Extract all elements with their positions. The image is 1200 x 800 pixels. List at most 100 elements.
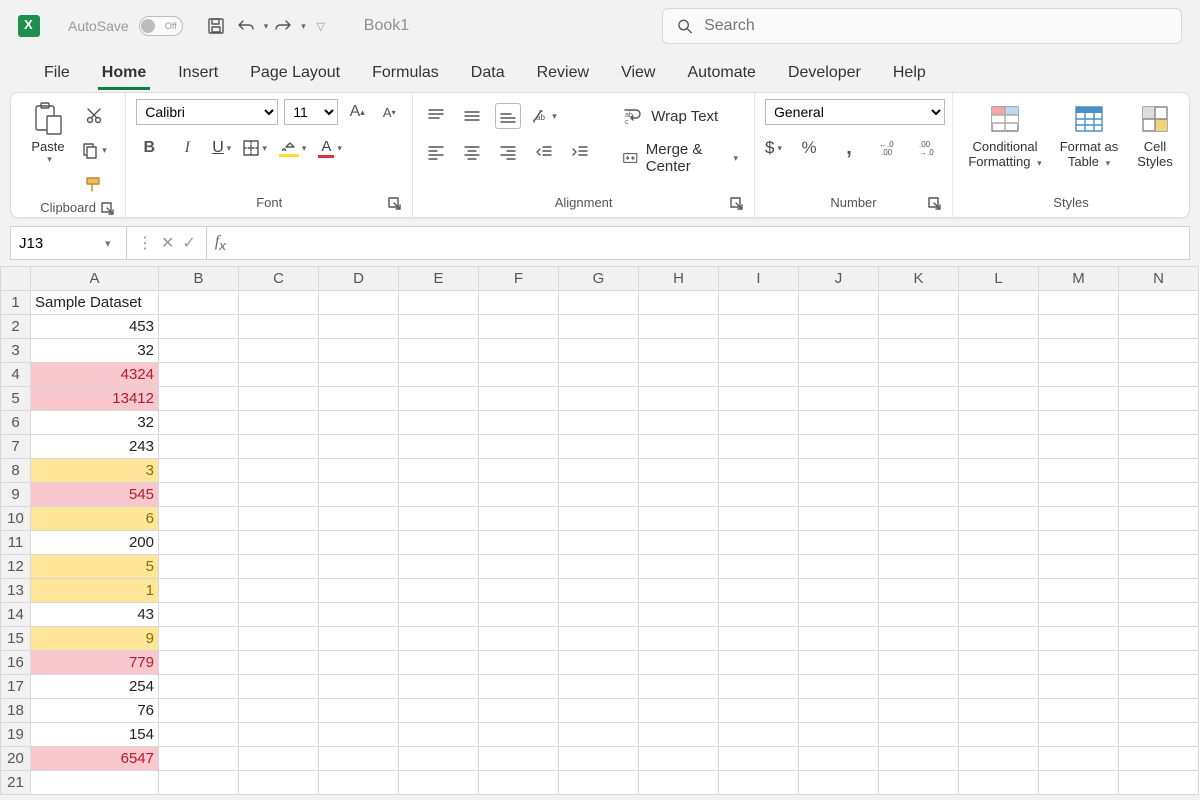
cut-icon[interactable] — [81, 103, 107, 129]
cell-G9[interactable] — [559, 483, 639, 507]
cell-N17[interactable] — [1119, 675, 1199, 699]
row-header-13[interactable]: 13 — [1, 579, 31, 603]
copy-icon[interactable]: ▾ — [81, 137, 107, 163]
cell-K17[interactable] — [879, 675, 959, 699]
cell-J17[interactable] — [799, 675, 879, 699]
cell-A14[interactable]: 43 — [31, 603, 159, 627]
row-header-21[interactable]: 21 — [1, 771, 31, 795]
cell-N3[interactable] — [1119, 339, 1199, 363]
row-header-9[interactable]: 9 — [1, 483, 31, 507]
cell-H7[interactable] — [639, 435, 719, 459]
row-header-11[interactable]: 11 — [1, 531, 31, 555]
col-header-C[interactable]: C — [239, 267, 319, 291]
paste-button[interactable]: Paste ▾ — [21, 99, 75, 165]
cell-J6[interactable] — [799, 411, 879, 435]
cell-D3[interactable] — [319, 339, 399, 363]
cell-F7[interactable] — [479, 435, 559, 459]
cell-J3[interactable] — [799, 339, 879, 363]
undo-icon[interactable] — [235, 15, 257, 37]
cell-C18[interactable] — [239, 699, 319, 723]
cell-A21[interactable] — [31, 771, 159, 795]
accounting-format-button[interactable]: $▾ — [765, 138, 782, 158]
cell-D15[interactable] — [319, 627, 399, 651]
cell-A12[interactable]: 5 — [31, 555, 159, 579]
cell-C9[interactable] — [239, 483, 319, 507]
cell-F16[interactable] — [479, 651, 559, 675]
cell-M14[interactable] — [1039, 603, 1119, 627]
decrease-decimal-icon[interactable]: .00→.0 — [916, 135, 942, 161]
accept-formula-icon[interactable]: ✓ — [182, 233, 195, 253]
row-header-5[interactable]: 5 — [1, 387, 31, 411]
col-header-G[interactable]: G — [559, 267, 639, 291]
increase-indent-icon[interactable] — [567, 139, 593, 165]
cell-M15[interactable] — [1039, 627, 1119, 651]
cell-A7[interactable]: 243 — [31, 435, 159, 459]
cell-F21[interactable] — [479, 771, 559, 795]
row-header-14[interactable]: 14 — [1, 603, 31, 627]
cell-J15[interactable] — [799, 627, 879, 651]
cell-D7[interactable] — [319, 435, 399, 459]
tab-developer[interactable]: Developer — [772, 58, 877, 92]
tab-insert[interactable]: Insert — [162, 58, 234, 92]
cell-D19[interactable] — [319, 723, 399, 747]
italic-button[interactable]: I — [174, 135, 200, 161]
col-header-B[interactable]: B — [159, 267, 239, 291]
cell-J13[interactable] — [799, 579, 879, 603]
cell-I19[interactable] — [719, 723, 799, 747]
cell-C6[interactable] — [239, 411, 319, 435]
decrease-indent-icon[interactable] — [531, 139, 557, 165]
cell-A15[interactable]: 9 — [31, 627, 159, 651]
row-header-7[interactable]: 7 — [1, 435, 31, 459]
cell-F20[interactable] — [479, 747, 559, 771]
cell-A4[interactable]: 4324 — [31, 363, 159, 387]
cell-C7[interactable] — [239, 435, 319, 459]
cell-B11[interactable] — [159, 531, 239, 555]
undo-dropdown-icon[interactable]: ▾ — [264, 21, 269, 32]
cell-L17[interactable] — [959, 675, 1039, 699]
cell-M2[interactable] — [1039, 315, 1119, 339]
decrease-font-icon[interactable]: A▾ — [376, 99, 402, 125]
cell-N13[interactable] — [1119, 579, 1199, 603]
cell-F15[interactable] — [479, 627, 559, 651]
cell-I21[interactable] — [719, 771, 799, 795]
cell-D11[interactable] — [319, 531, 399, 555]
cell-B3[interactable] — [159, 339, 239, 363]
cell-B14[interactable] — [159, 603, 239, 627]
cell-H10[interactable] — [639, 507, 719, 531]
cell-K13[interactable] — [879, 579, 959, 603]
col-header-M[interactable]: M — [1039, 267, 1119, 291]
cell-M8[interactable] — [1039, 459, 1119, 483]
cell-C8[interactable] — [239, 459, 319, 483]
paste-dropdown-icon[interactable]: ▾ — [47, 154, 52, 165]
cell-D14[interactable] — [319, 603, 399, 627]
cell-F4[interactable] — [479, 363, 559, 387]
cell-G5[interactable] — [559, 387, 639, 411]
cell-B18[interactable] — [159, 699, 239, 723]
cell-K5[interactable] — [879, 387, 959, 411]
cell-E11[interactable] — [399, 531, 479, 555]
cell-L6[interactable] — [959, 411, 1039, 435]
select-all-corner[interactable] — [1, 267, 31, 291]
format-painter-icon[interactable] — [81, 171, 107, 197]
cell-H13[interactable] — [639, 579, 719, 603]
col-header-N[interactable]: N — [1119, 267, 1199, 291]
row-header-1[interactable]: 1 — [1, 291, 31, 315]
cell-G1[interactable] — [559, 291, 639, 315]
increase-font-icon[interactable]: A▴ — [344, 99, 370, 125]
cell-M1[interactable] — [1039, 291, 1119, 315]
cell-A20[interactable]: 6547 — [31, 747, 159, 771]
redo-icon[interactable] — [272, 15, 294, 37]
save-icon[interactable] — [205, 15, 227, 37]
cell-J21[interactable] — [799, 771, 879, 795]
cell-A18[interactable]: 76 — [31, 699, 159, 723]
cell-F14[interactable] — [479, 603, 559, 627]
cell-N16[interactable] — [1119, 651, 1199, 675]
cell-M20[interactable] — [1039, 747, 1119, 771]
cell-C14[interactable] — [239, 603, 319, 627]
cell-J5[interactable] — [799, 387, 879, 411]
format-as-table-button[interactable]: Format as Table ▾ — [1053, 99, 1125, 169]
cell-I6[interactable] — [719, 411, 799, 435]
cell-L8[interactable] — [959, 459, 1039, 483]
cell-L15[interactable] — [959, 627, 1039, 651]
cell-M4[interactable] — [1039, 363, 1119, 387]
